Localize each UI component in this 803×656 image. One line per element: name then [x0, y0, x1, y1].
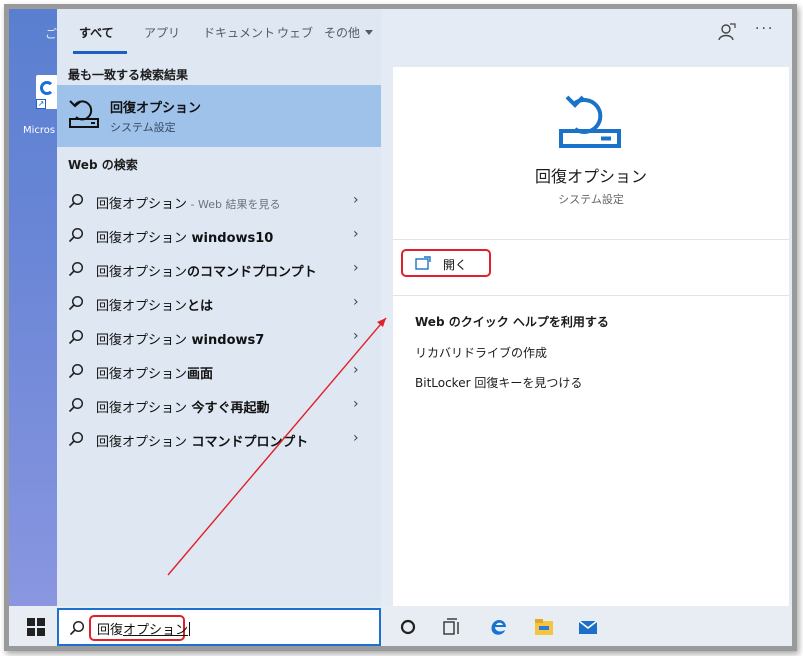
edge-browser-icon[interactable] [487, 616, 509, 638]
desktop-icon-label: Micros [23, 125, 56, 136]
web-result-suggestion: コマンドプロンプト [187, 435, 309, 450]
web-result-query: 回復オプション [96, 401, 188, 416]
help-link-bitlocker-key[interactable]: BitLocker 回復キーを見つける [415, 374, 582, 391]
web-result-text: 回復オプション 今すぐ再起動 [96, 397, 270, 416]
web-result-text: 回復オプション画面 [96, 363, 213, 382]
web-result-item[interactable]: 回復オプション - Web 結果を見る › [57, 185, 381, 219]
tab-web[interactable]: ウェブ [277, 24, 313, 41]
best-match-subtitle: システム設定 [110, 121, 176, 134]
screenshot-frame: ご ↗ Micros すべて アプリ ドキュメント ウェブ その他 最も一致する… [4, 4, 797, 651]
search-icon [68, 431, 84, 447]
chevron-right-icon[interactable]: › [353, 328, 359, 344]
search-value-composing: オプション [123, 623, 189, 638]
open-in-new-icon [415, 256, 431, 270]
desktop-background: ご ↗ Micros [9, 9, 58, 606]
web-result-suggestion: - Web 結果を見る [187, 198, 281, 211]
search-icon [68, 397, 84, 413]
web-result-text: 回復オプションとは [96, 295, 213, 314]
web-search-header: Web の検索 [68, 158, 138, 172]
tab-more-label: その他 [324, 26, 361, 40]
taskbar-search-box[interactable]: 回復オプション [57, 608, 381, 646]
edge-shortcut-icon[interactable]: ↗ [36, 75, 58, 109]
web-result-text: 回復オプション - Web 結果を見る [96, 193, 280, 212]
active-tab-indicator [73, 51, 127, 54]
web-result-query: 回復オプション [96, 333, 188, 348]
web-result-query: 回復オプション [96, 197, 188, 212]
chevron-right-icon[interactable]: › [353, 226, 359, 242]
tab-apps[interactable]: アプリ [144, 24, 180, 41]
web-result-text: 回復オプション windows7 [96, 329, 264, 348]
search-icon [68, 363, 84, 379]
file-explorer-icon[interactable] [533, 616, 555, 638]
chevron-right-icon[interactable]: › [353, 294, 359, 310]
search-tabs: すべて アプリ ドキュメント ウェブ その他 [57, 9, 381, 56]
web-result-item[interactable]: 回復オプション画面 › [57, 355, 381, 389]
search-results-pane: すべて アプリ ドキュメント ウェブ その他 最も一致する検索結果 回復オプショ… [57, 9, 381, 606]
web-result-query: 回復オプション [96, 367, 188, 382]
detail-card: 回復オプション システム設定 開く Web のクイック ヘルプを利用する リカバ… [393, 67, 789, 606]
tab-documents[interactable]: ドキュメント [203, 24, 275, 41]
chevron-down-icon [365, 30, 374, 35]
web-result-item[interactable]: 回復オプション コマンドプロンプト › [57, 423, 381, 457]
detail-title: 回復オプション [534, 167, 647, 186]
detail-subtitle: システム設定 [558, 193, 624, 206]
web-result-item[interactable]: 回復オプション windows10 › [57, 219, 381, 253]
search-icon [69, 620, 85, 636]
quick-help-title: Web のクイック ヘルプを利用する [415, 315, 609, 329]
feedback-icon[interactable] [717, 22, 737, 42]
detail-header: ··· [381, 9, 792, 65]
search-icon [68, 329, 84, 345]
tab-more[interactable]: その他 [324, 24, 374, 41]
search-value-part: 回復 [97, 623, 124, 638]
divider [393, 239, 789, 240]
search-icon [68, 227, 84, 243]
chevron-right-icon[interactable]: › [353, 260, 359, 276]
web-result-query: 回復オプション [96, 265, 188, 280]
cortana-icon[interactable] [397, 616, 419, 638]
web-result-query: 回復オプション [96, 435, 188, 450]
task-view-icon[interactable] [441, 616, 463, 638]
divider [393, 295, 789, 296]
chevron-right-icon[interactable]: › [353, 430, 359, 446]
web-result-text: 回復オプション windows10 [96, 227, 273, 246]
tab-all[interactable]: すべて [79, 24, 114, 41]
web-result-suggestion: とは [187, 299, 214, 314]
recovery-icon [69, 100, 99, 128]
open-button-label: 開く [443, 258, 468, 272]
best-match-header: 最も一致する検索結果 [68, 68, 189, 82]
recovery-icon-large [559, 95, 621, 148]
web-result-item[interactable]: 回復オプションのコマンドプロンプト › [57, 253, 381, 287]
web-result-item[interactable]: 回復オプションとは › [57, 287, 381, 321]
search-input[interactable]: 回復オプション [97, 619, 191, 638]
best-match-title: 回復オプション [110, 101, 202, 116]
best-match-item[interactable]: 回復オプション システム設定 [57, 85, 381, 147]
chevron-right-icon[interactable]: › [353, 192, 359, 208]
web-result-text: 回復オプション コマンドプロンプト [96, 431, 308, 450]
web-result-suggestion: windows7 [187, 333, 265, 348]
web-result-suggestion: 今すぐ再起動 [187, 401, 270, 416]
text-cursor [189, 622, 191, 636]
web-result-query: 回復オプション [96, 299, 188, 314]
desktop-partial-icon: ご [45, 27, 58, 41]
web-result-suggestion: のコマンドプロンプト [187, 265, 317, 280]
chevron-right-icon[interactable]: › [353, 396, 359, 412]
search-icon [68, 261, 84, 277]
help-link-recovery-drive[interactable]: リカバリドライブの作成 [415, 344, 547, 361]
windows-start-icon[interactable] [27, 618, 45, 636]
open-button[interactable]: 開く [401, 249, 491, 277]
web-result-text: 回復オプションのコマンドプロンプト [96, 261, 317, 280]
web-result-suggestion: windows10 [187, 231, 274, 246]
web-result-suggestion: 画面 [187, 367, 214, 382]
web-result-item[interactable]: 回復オプション 今すぐ再起動 › [57, 389, 381, 423]
web-result-item[interactable]: 回復オプション windows7 › [57, 321, 381, 355]
taskbar: 回復オプション [9, 606, 792, 646]
search-icon [68, 193, 84, 209]
chevron-right-icon[interactable]: › [353, 362, 359, 378]
search-icon [68, 295, 84, 311]
detail-pane: ··· 回復オプション システム設定 開く Web のクイック ヘルプを利用する [381, 9, 792, 606]
mail-icon[interactable] [577, 616, 599, 638]
more-options-icon[interactable]: ··· [755, 21, 774, 37]
web-result-query: 回復オプション [96, 231, 188, 246]
